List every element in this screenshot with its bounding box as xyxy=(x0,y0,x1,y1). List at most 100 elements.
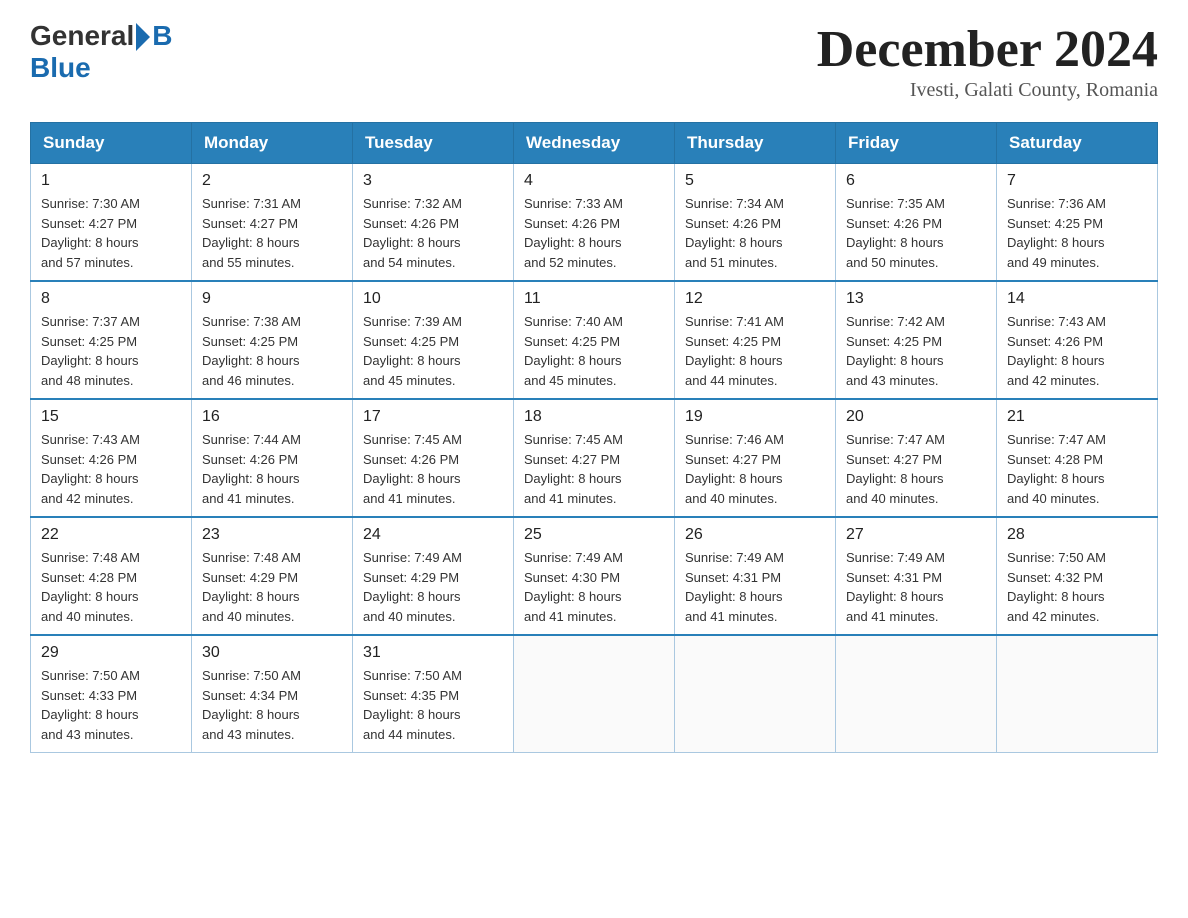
calendar-cell: 9Sunrise: 7:38 AM Sunset: 4:25 PM Daylig… xyxy=(192,281,353,399)
calendar-cell: 28Sunrise: 7:50 AM Sunset: 4:32 PM Dayli… xyxy=(997,517,1158,635)
day-number: 21 xyxy=(1007,408,1147,426)
logo: General B Blue xyxy=(30,20,173,84)
day-number: 14 xyxy=(1007,290,1147,308)
day-info: Sunrise: 7:39 AM Sunset: 4:25 PM Dayligh… xyxy=(363,312,503,390)
calendar-cell: 19 Sunrise: 7:46 AM Sunset: 4:27 PM Dayli… xyxy=(675,399,836,517)
calendar-cell: 4 Sunrise: 7:33 AM Sunset: 4:26 PM Daylig… xyxy=(514,164,675,282)
weekday-header: Thursday xyxy=(675,123,836,164)
day-number: 7 xyxy=(1007,172,1147,190)
day-number: 16 xyxy=(202,408,342,426)
calendar-week-row: 22 Sunrise: 7:48 AM Sunset: 4:28 PM Dayli… xyxy=(31,517,1158,635)
day-info: Sunrise: 7:33 AM Sunset: 4:26 PM Dayligh… xyxy=(524,194,664,272)
day-info: Sunrise: 7:48 AM Sunset: 4:28 PM Dayligh… xyxy=(41,548,181,626)
calendar-cell xyxy=(675,635,836,753)
calendar-cell: 16Sunrise: 7:44 AM Sunset: 4:26 PM Dayli… xyxy=(192,399,353,517)
day-info: Sunrise: 7:31 AM Sunset: 4:27 PM Dayligh… xyxy=(202,194,342,272)
day-info: Sunrise: 7:37 AM Sunset: 4:25 PM Dayligh… xyxy=(41,312,181,390)
calendar-cell: 24 Sunrise: 7:49 AM Sunset: 4:29 PM Dayli… xyxy=(353,517,514,635)
day-number: 5 xyxy=(685,172,825,190)
day-info: Sunrise: 7:50 AM Sunset: 4:35 PM Dayligh… xyxy=(363,666,503,744)
calendar-week-row: 1 Sunrise: 7:30 AM Sunset: 4:27 PM Daylig… xyxy=(31,164,1158,282)
month-title: December 2024 xyxy=(817,20,1158,79)
calendar-cell: 17 Sunrise: 7:45 AM Sunset: 4:26 PM Dayli… xyxy=(353,399,514,517)
calendar-cell: 15 Sunrise: 7:43 AM Sunset: 4:26 PM Dayli… xyxy=(31,399,192,517)
day-number: 23 xyxy=(202,526,342,544)
day-number: 6 xyxy=(846,172,986,190)
logo-b-text: B xyxy=(152,20,172,52)
day-number: 29 xyxy=(41,644,181,662)
calendar-cell: 18 Sunrise: 7:45 AM Sunset: 4:27 PM Dayli… xyxy=(514,399,675,517)
calendar-cell: 10 Sunrise: 7:39 AM Sunset: 4:25 PM Dayli… xyxy=(353,281,514,399)
calendar-cell: 27Sunrise: 7:49 AM Sunset: 4:31 PM Dayli… xyxy=(836,517,997,635)
calendar-cell: 29 Sunrise: 7:50 AM Sunset: 4:33 PM Dayli… xyxy=(31,635,192,753)
calendar-cell: 1 Sunrise: 7:30 AM Sunset: 4:27 PM Daylig… xyxy=(31,164,192,282)
calendar-cell: 8 Sunrise: 7:37 AM Sunset: 4:25 PM Daylig… xyxy=(31,281,192,399)
day-info: Sunrise: 7:30 AM Sunset: 4:27 PM Dayligh… xyxy=(41,194,181,272)
logo-triangle-icon xyxy=(136,23,150,51)
day-number: 19 xyxy=(685,408,825,426)
day-number: 30 xyxy=(202,644,342,662)
day-info: Sunrise: 7:49 AM Sunset: 4:31 PM Dayligh… xyxy=(685,548,825,626)
weekday-header: Monday xyxy=(192,123,353,164)
day-info: Sunrise: 7:49 AM Sunset: 4:29 PM Dayligh… xyxy=(363,548,503,626)
day-number: 2 xyxy=(202,172,342,190)
calendar-cell: 7 Sunrise: 7:36 AM Sunset: 4:25 PM Daylig… xyxy=(997,164,1158,282)
day-number: 27 xyxy=(846,526,986,544)
calendar-cell: 5Sunrise: 7:34 AM Sunset: 4:26 PM Daylig… xyxy=(675,164,836,282)
day-info: Sunrise: 7:49 AM Sunset: 4:30 PM Dayligh… xyxy=(524,548,664,626)
day-info: Sunrise: 7:40 AM Sunset: 4:25 PM Dayligh… xyxy=(524,312,664,390)
calendar-cell: 3Sunrise: 7:32 AM Sunset: 4:26 PM Daylig… xyxy=(353,164,514,282)
day-info: Sunrise: 7:50 AM Sunset: 4:33 PM Dayligh… xyxy=(41,666,181,744)
calendar-week-row: 8 Sunrise: 7:37 AM Sunset: 4:25 PM Daylig… xyxy=(31,281,1158,399)
location: Ivesti, Galati County, Romania xyxy=(817,79,1158,102)
day-number: 12 xyxy=(685,290,825,308)
calendar-cell xyxy=(997,635,1158,753)
calendar-cell: 11 Sunrise: 7:40 AM Sunset: 4:25 PM Dayli… xyxy=(514,281,675,399)
calendar-cell xyxy=(514,635,675,753)
day-number: 31 xyxy=(363,644,503,662)
calendar-cell: 6Sunrise: 7:35 AM Sunset: 4:26 PM Daylig… xyxy=(836,164,997,282)
calendar-cell xyxy=(836,635,997,753)
day-number: 18 xyxy=(524,408,664,426)
day-info: Sunrise: 7:50 AM Sunset: 4:34 PM Dayligh… xyxy=(202,666,342,744)
day-number: 25 xyxy=(524,526,664,544)
day-number: 8 xyxy=(41,290,181,308)
calendar-cell: 13Sunrise: 7:42 AM Sunset: 4:25 PM Dayli… xyxy=(836,281,997,399)
day-info: Sunrise: 7:43 AM Sunset: 4:26 PM Dayligh… xyxy=(41,430,181,508)
day-number: 24 xyxy=(363,526,503,544)
day-number: 4 xyxy=(524,172,664,190)
calendar-cell: 23 Sunrise: 7:48 AM Sunset: 4:29 PM Dayli… xyxy=(192,517,353,635)
calendar-week-row: 15 Sunrise: 7:43 AM Sunset: 4:26 PM Dayli… xyxy=(31,399,1158,517)
day-info: Sunrise: 7:45 AM Sunset: 4:26 PM Dayligh… xyxy=(363,430,503,508)
day-number: 11 xyxy=(524,290,664,308)
day-info: Sunrise: 7:46 AM Sunset: 4:27 PM Dayligh… xyxy=(685,430,825,508)
calendar-cell: 25 Sunrise: 7:49 AM Sunset: 4:30 PM Dayli… xyxy=(514,517,675,635)
day-info: Sunrise: 7:47 AM Sunset: 4:28 PM Dayligh… xyxy=(1007,430,1147,508)
calendar-cell: 20Sunrise: 7:47 AM Sunset: 4:27 PM Dayli… xyxy=(836,399,997,517)
calendar-cell: 21 Sunrise: 7:47 AM Sunset: 4:28 PM Dayli… xyxy=(997,399,1158,517)
calendar-cell: 31 Sunrise: 7:50 AM Sunset: 4:35 PM Dayli… xyxy=(353,635,514,753)
day-info: Sunrise: 7:41 AM Sunset: 4:25 PM Dayligh… xyxy=(685,312,825,390)
calendar-cell: 2 Sunrise: 7:31 AM Sunset: 4:27 PM Daylig… xyxy=(192,164,353,282)
day-info: Sunrise: 7:48 AM Sunset: 4:29 PM Dayligh… xyxy=(202,548,342,626)
day-number: 17 xyxy=(363,408,503,426)
day-info: Sunrise: 7:45 AM Sunset: 4:27 PM Dayligh… xyxy=(524,430,664,508)
day-info: Sunrise: 7:36 AM Sunset: 4:25 PM Dayligh… xyxy=(1007,194,1147,272)
weekday-header: Sunday xyxy=(31,123,192,164)
day-number: 10 xyxy=(363,290,503,308)
calendar-week-row: 29 Sunrise: 7:50 AM Sunset: 4:33 PM Dayli… xyxy=(31,635,1158,753)
weekday-header: Friday xyxy=(836,123,997,164)
day-number: 22 xyxy=(41,526,181,544)
day-number: 26 xyxy=(685,526,825,544)
calendar-cell: 12 Sunrise: 7:41 AM Sunset: 4:25 PM Dayli… xyxy=(675,281,836,399)
weekday-header: Wednesday xyxy=(514,123,675,164)
day-number: 15 xyxy=(41,408,181,426)
logo-general-text: General xyxy=(30,20,134,52)
page-header: General B Blue December 2024 Ivesti, Gal… xyxy=(30,20,1158,102)
day-number: 1 xyxy=(41,172,181,190)
day-info: Sunrise: 7:43 AM Sunset: 4:26 PM Dayligh… xyxy=(1007,312,1147,390)
day-number: 3 xyxy=(363,172,503,190)
day-info: Sunrise: 7:42 AM Sunset: 4:25 PM Dayligh… xyxy=(846,312,986,390)
weekday-header: Tuesday xyxy=(353,123,514,164)
calendar-cell: 22 Sunrise: 7:48 AM Sunset: 4:28 PM Dayli… xyxy=(31,517,192,635)
